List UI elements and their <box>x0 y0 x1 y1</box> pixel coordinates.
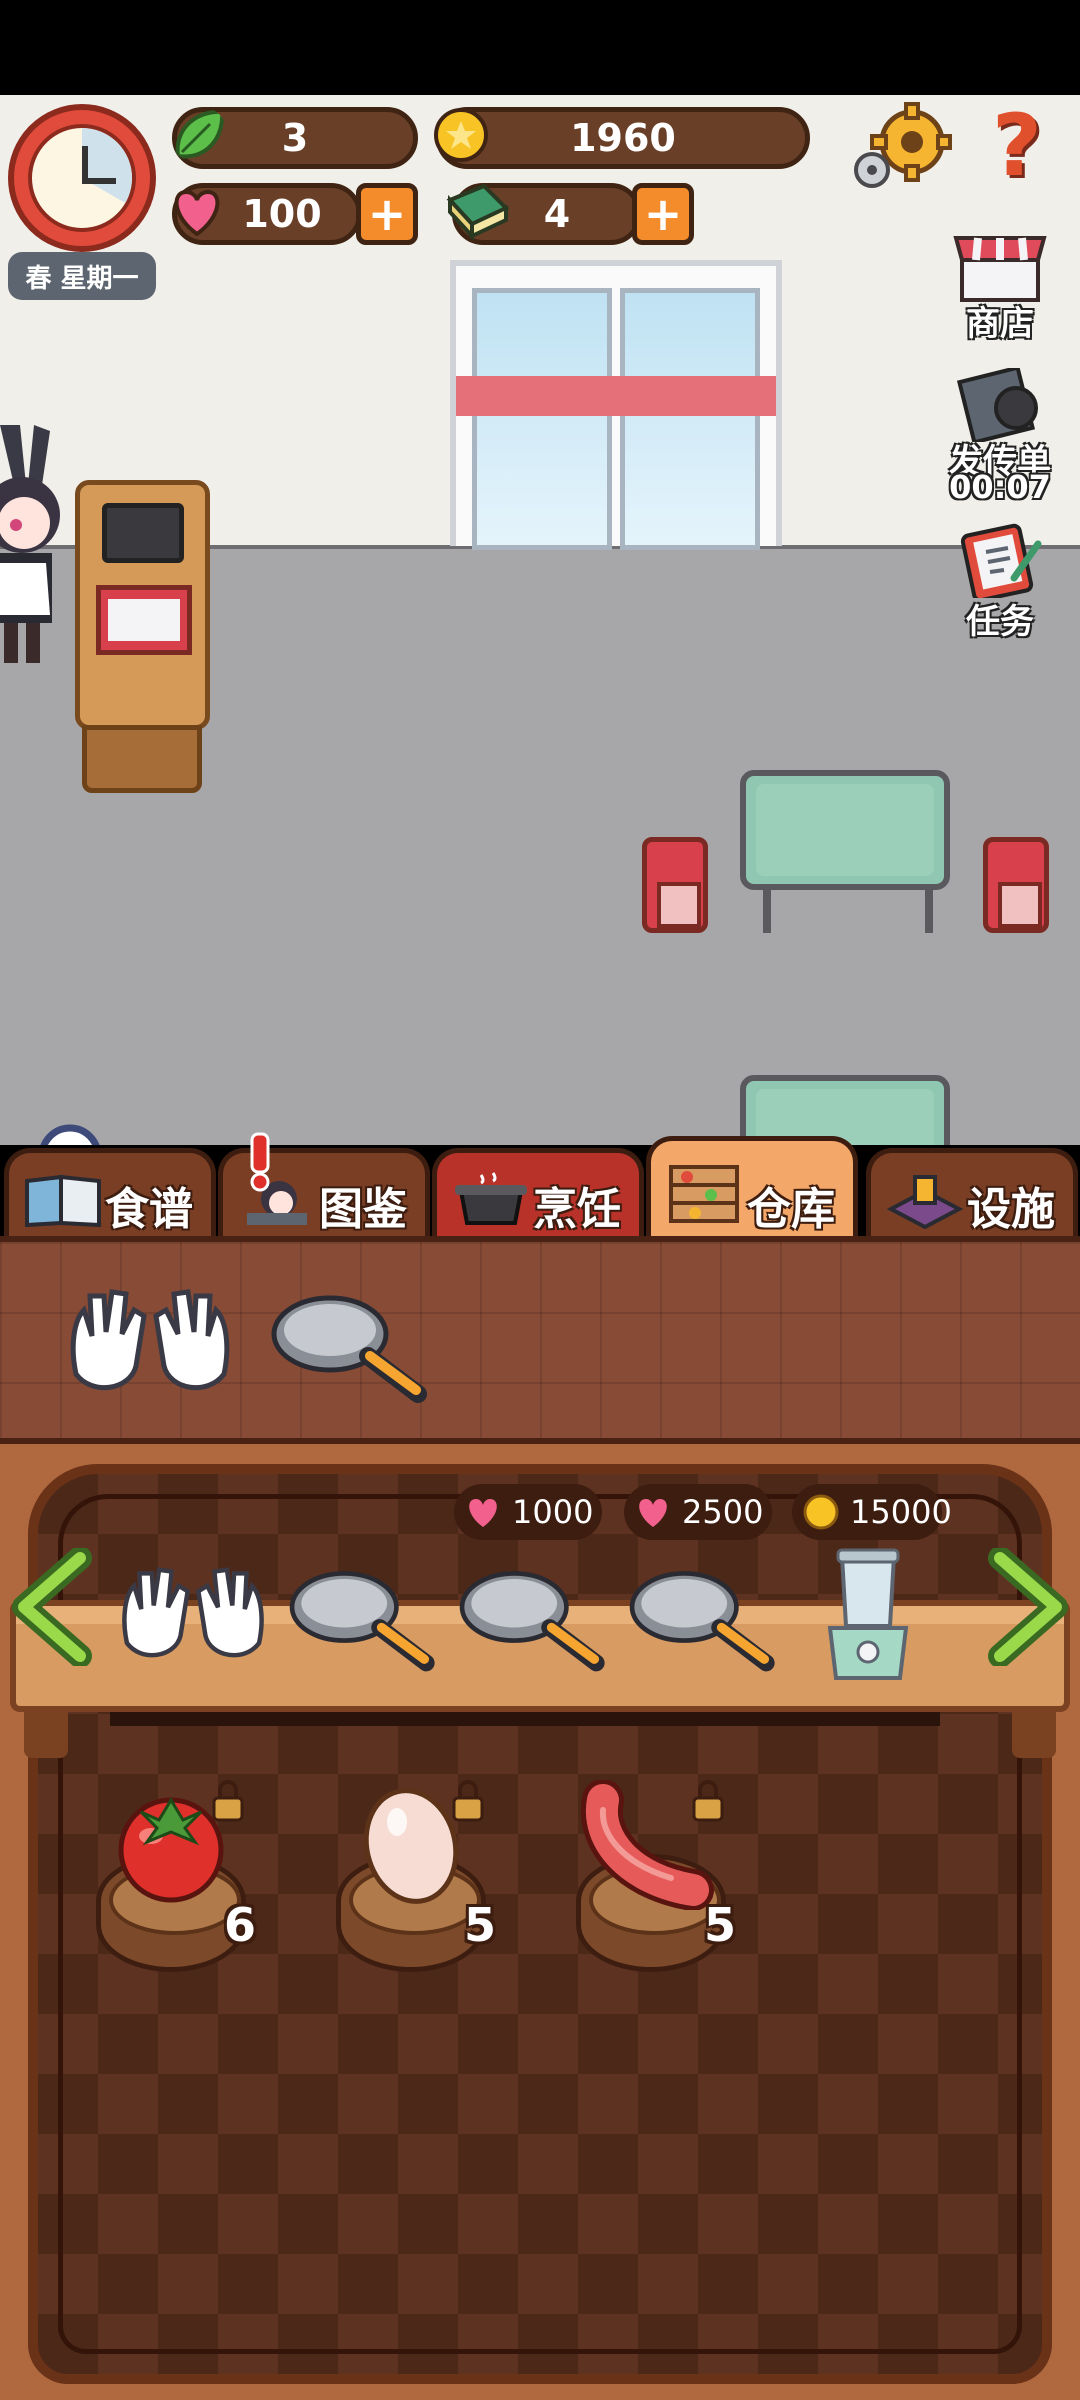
bottom-tab-bar: 食谱 图鉴 烹饪 仓库 设施 <box>0 1136 1080 1240</box>
tab-label: 食谱 <box>105 1184 193 1235</box>
price-tag-1[interactable]: 1000 <box>454 1484 602 1540</box>
restaurant-scene[interactable] <box>0 95 1080 1145</box>
add-books-button[interactable]: + <box>632 183 694 245</box>
book-icon <box>446 183 510 242</box>
coin-icon <box>803 1494 839 1530</box>
coin-count: 1960 <box>570 116 676 160</box>
chair-left <box>642 837 708 933</box>
gloves-icon[interactable] <box>66 1286 234 1406</box>
shop-label: 商店 <box>966 304 1034 344</box>
frying-pan-icon[interactable] <box>286 1566 436 1676</box>
ingredient-slot-sausage[interactable]: 5 <box>566 1780 736 1980</box>
heart-icon <box>639 1499 667 1527</box>
tab-storage[interactable]: 仓库 <box>646 1136 858 1240</box>
leaf-count: 3 <box>281 116 309 160</box>
shop-awning-icon <box>953 236 1047 302</box>
price-amount: 2500 <box>682 1493 764 1531</box>
waitress-character[interactable] <box>0 425 70 675</box>
chevron-left-icon[interactable] <box>10 1548 96 1666</box>
leaf-icon <box>175 109 225 159</box>
tab-facilities[interactable]: 设施 <box>866 1148 1078 1240</box>
tab-label: 图鉴 <box>319 1184 407 1235</box>
tab-label: 仓库 <box>747 1184 835 1235</box>
help-button[interactable]: ? <box>982 96 1052 196</box>
heart-count: 100 <box>242 192 322 236</box>
tasks-label: 任务 <box>966 602 1034 642</box>
cooking-pot-icon <box>455 1172 527 1225</box>
season-day-label: 春 星期一 <box>8 252 156 300</box>
frying-pan-icon[interactable] <box>626 1566 776 1676</box>
flyer-button[interactable]: 发传单 00:07 <box>930 368 1070 508</box>
coin-counter: 1960 <box>436 107 810 169</box>
shop-button[interactable]: 商店 <box>930 232 1070 344</box>
heart-icon <box>469 1499 497 1527</box>
price-amount: 1000 <box>512 1493 594 1531</box>
storage-shelf-icon <box>669 1165 739 1223</box>
tasks-button[interactable]: 任务 <box>930 522 1070 642</box>
settings-gear-icon[interactable] <box>850 102 952 194</box>
price-tag-3[interactable]: 15000 <box>792 1484 952 1540</box>
dining-table[interactable] <box>740 770 950 890</box>
ingredient-count: 6 <box>223 1898 256 1952</box>
gloves-icon[interactable] <box>118 1562 268 1674</box>
lock-icon <box>452 1780 484 1822</box>
tab-label: 设施 <box>967 1184 1055 1235</box>
add-hearts-button[interactable]: + <box>356 183 418 245</box>
blender-icon[interactable] <box>818 1548 918 1684</box>
ingredient-slot-egg[interactable]: 5 <box>326 1780 496 1980</box>
exclamation-alert-icon <box>250 1132 270 1192</box>
recipe-book-icon <box>25 1174 101 1228</box>
clock-icon[interactable] <box>8 104 156 252</box>
chevron-right-icon[interactable] <box>984 1548 1070 1666</box>
tab-label: 烹饪 <box>533 1184 621 1235</box>
order-kiosk[interactable] <box>75 480 210 730</box>
frying-pan-icon[interactable] <box>268 1290 428 1408</box>
frying-pan-icon[interactable] <box>456 1566 606 1676</box>
lock-icon <box>212 1780 244 1822</box>
tab-recipes[interactable]: 食谱 <box>4 1148 216 1240</box>
ingredient-count: 5 <box>463 1898 496 1952</box>
coin-icon <box>434 108 488 162</box>
book-count: 4 <box>543 192 571 236</box>
flyer-timer: 00:07 <box>949 468 1051 506</box>
facility-icon <box>886 1175 964 1229</box>
task-clipboard-icon <box>960 523 1042 598</box>
status-bar <box>0 0 1080 95</box>
heart-icon <box>174 189 220 237</box>
lock-icon <box>692 1780 724 1822</box>
flyer-icon <box>956 368 1038 442</box>
shelf-shadow <box>110 1712 940 1726</box>
tab-cooking[interactable]: 烹饪 <box>432 1148 644 1240</box>
price-amount: 15000 <box>850 1493 952 1531</box>
glass-door <box>450 260 782 550</box>
dining-table-2[interactable] <box>740 1075 950 1145</box>
price-tag-2[interactable]: 2500 <box>624 1484 772 1540</box>
kiosk-base <box>82 725 202 793</box>
ingredient-count: 5 <box>703 1898 736 1952</box>
ingredient-slot-tomato[interactable]: 6 <box>86 1780 256 1980</box>
chair-right <box>983 837 1049 933</box>
